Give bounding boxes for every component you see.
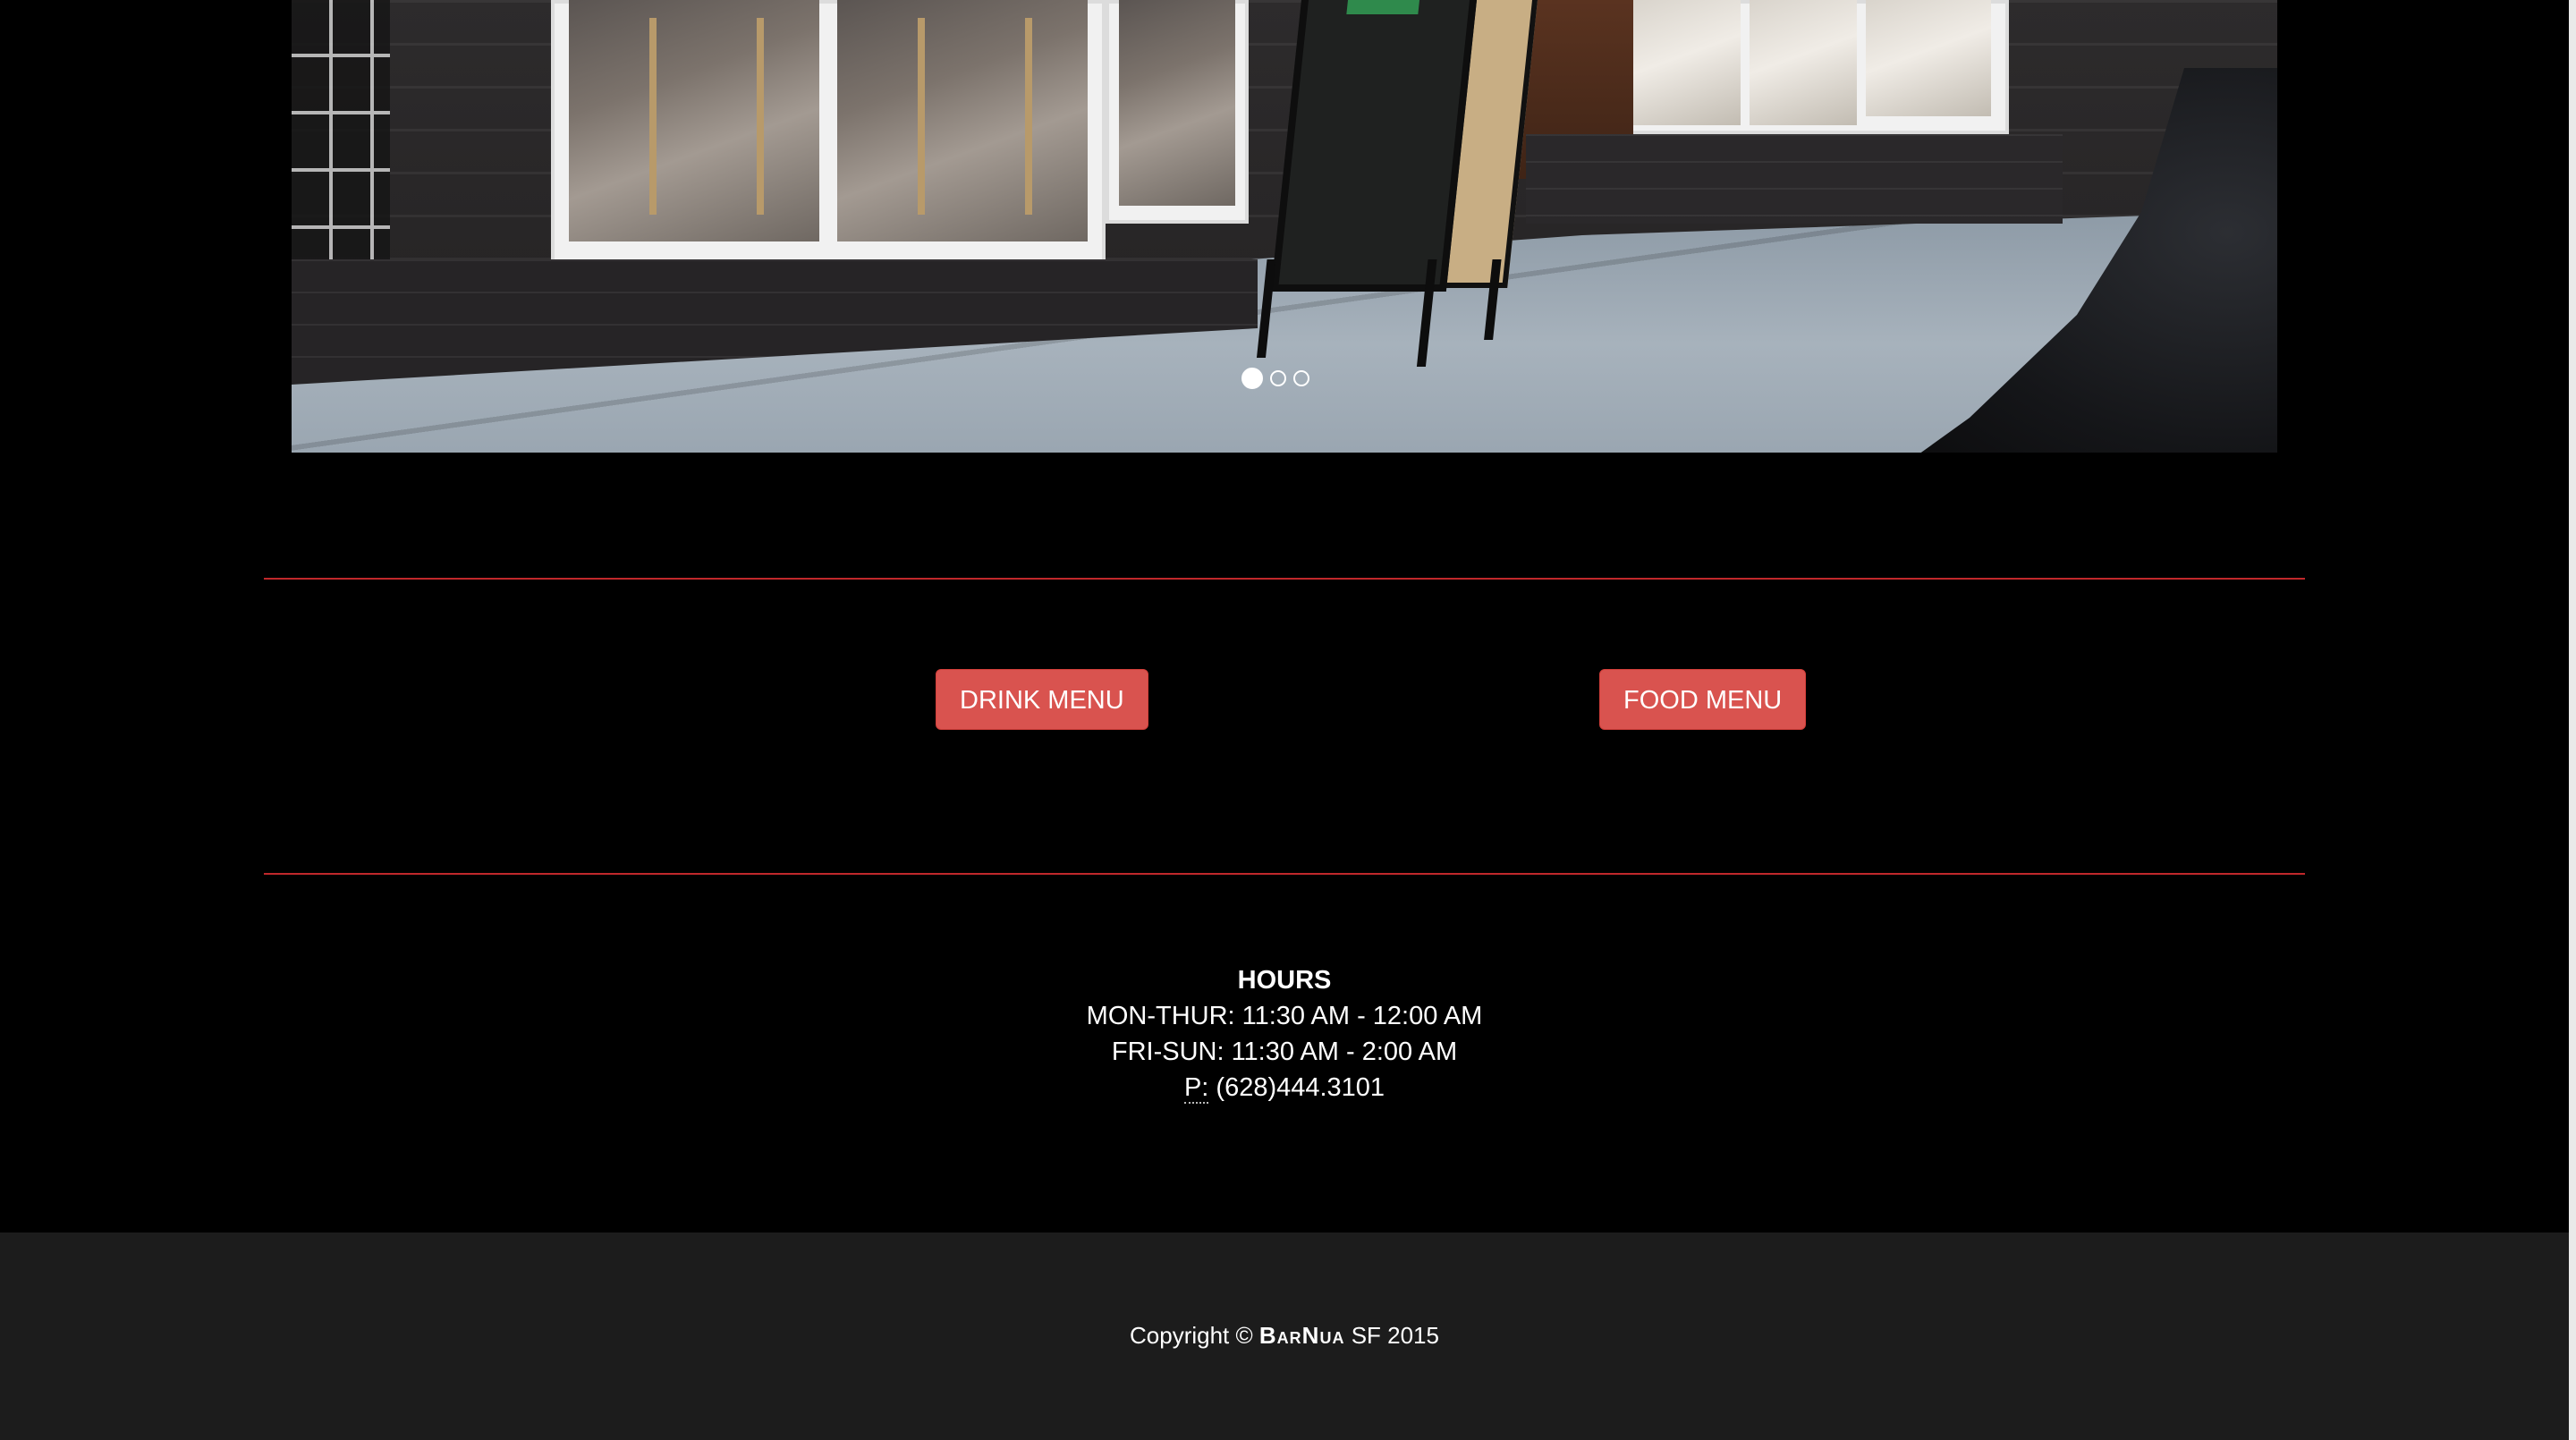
hero-carousel[interactable] [292,0,2277,453]
bar-stool [757,18,764,215]
copyright-suffix: SF 2015 [1351,1322,1439,1349]
window-glass [1119,0,1235,206]
phone-label: P: [1183,1073,1209,1104]
phone-number: (628)444.3101 [1216,1073,1385,1102]
window-glass [1866,0,1991,116]
hours-section: HOURS MON-THUR: 11:30 AM - 12:00 AM FRI-… [0,962,2569,1105]
carousel-indicator-1[interactable] [1241,368,1263,389]
hours-title: HOURS [1237,966,1332,995]
window-glass [569,0,819,241]
bar-stool [1025,18,1032,215]
footer: Copyright © BarNua SF 2015 [0,1232,2569,1440]
window-glass [837,0,1088,241]
sign-leg [1256,259,1276,358]
carousel-indicator-2[interactable] [1270,370,1286,386]
wall-base [1526,134,2063,224]
drink-menu-button[interactable]: DRINK MENU [936,669,1148,730]
sign-logo-banner [1346,0,1421,14]
bar-stool [649,18,657,215]
carousel-indicators [1241,367,1309,390]
window-glass [1750,0,1857,125]
window-glass [1633,0,1741,125]
section-divider [264,873,2305,875]
copyright-prefix: Copyright © [1130,1322,1253,1349]
carousel-indicator-3[interactable] [1293,370,1309,386]
copyright-text: Copyright © BarNua SF 2015 [0,1322,2569,1350]
brand-name: BarNua [1258,1322,1345,1349]
section-divider [264,578,2305,580]
hours-weekday: MON-THUR: 11:30 AM - 12:00 AM [1086,1002,1483,1030]
page-scrollbar-edge [2569,0,2576,1440]
food-menu-button[interactable]: FOOD MENU [1599,669,1807,730]
phone-line: P: (628)444.3101 [0,1070,2569,1105]
hours-weekend: FRI-SUN: 11:30 AM - 2:00 AM [1111,1038,1458,1066]
page: DRINK MENU FOOD MENU HOURS MON-THUR: 11:… [0,0,2576,1440]
bar-stool [918,18,925,215]
chalkboard-sign [1247,0,1539,367]
sign-board [1270,0,1479,292]
